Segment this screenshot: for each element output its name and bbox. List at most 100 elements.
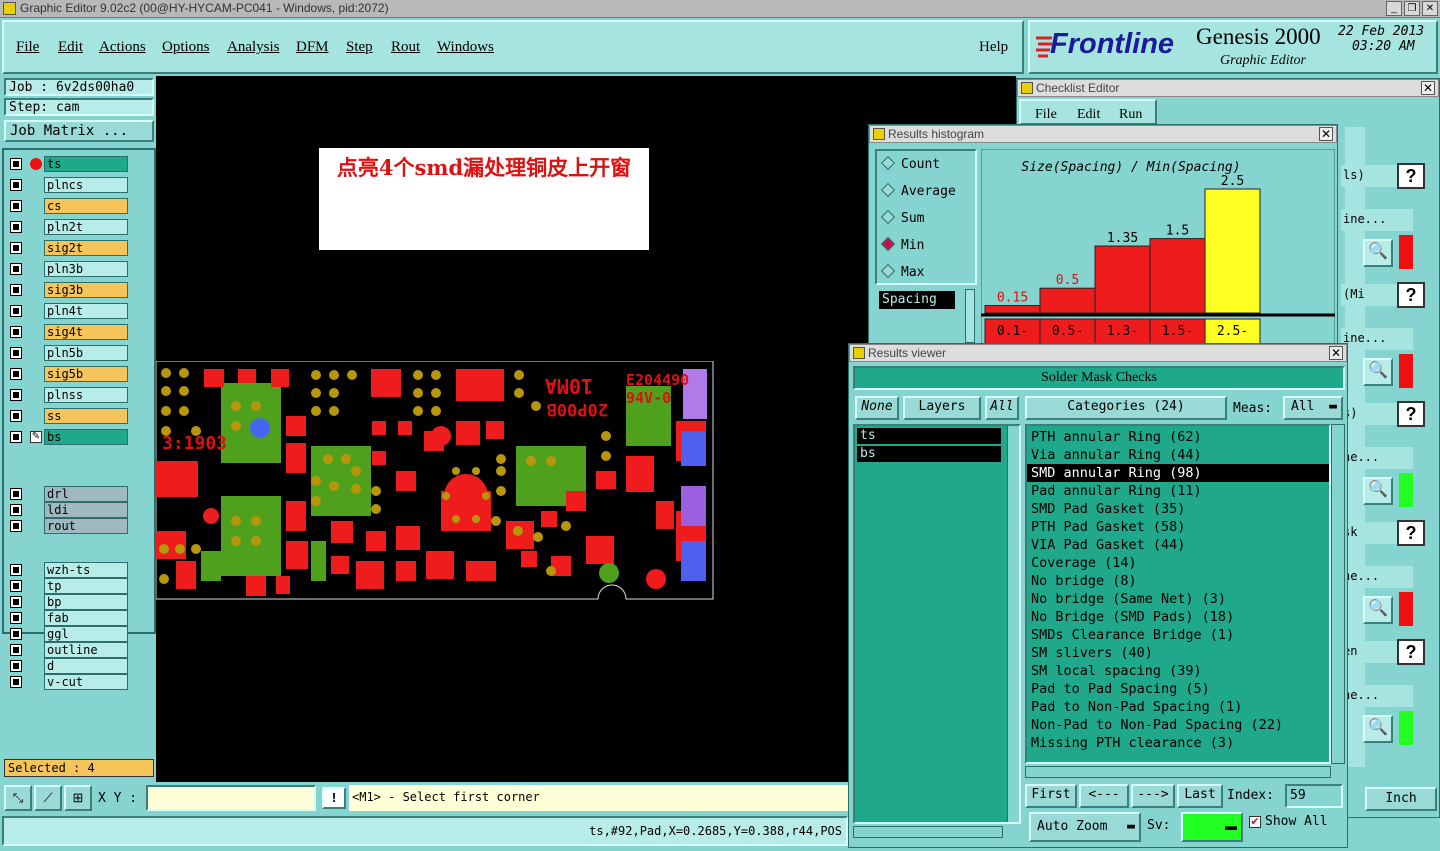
result-layer-bs[interactable]: bs (857, 446, 1001, 462)
layer-row-ggl[interactable]: ggl (8, 626, 128, 642)
category-hscroll[interactable] (1025, 766, 1331, 778)
category-item[interactable]: No Bridge (SMD Pads) (18) (1027, 608, 1329, 626)
first-button[interactable]: First (1025, 784, 1077, 808)
show-all-checkbox[interactable]: ✔ (1249, 816, 1261, 828)
menu-step[interactable]: Step (346, 39, 373, 56)
help-icon[interactable]: ? (1397, 639, 1425, 665)
layer-row-sig3b[interactable]: sig3b (8, 282, 128, 298)
category-item[interactable]: No bridge (Same Net) (3) (1027, 590, 1329, 608)
layer-checkbox[interactable] (10, 200, 22, 212)
layer-checkbox[interactable] (10, 488, 22, 500)
category-item[interactable]: Via annular Ring (44) (1027, 446, 1329, 464)
layer-row-plncs[interactable]: plncs (8, 177, 128, 193)
checklist-close-button[interactable]: ✕ (1421, 81, 1435, 95)
menu-dfm[interactable]: DFM (296, 39, 329, 56)
layer-row-rout[interactable]: rout (8, 518, 128, 534)
category-item[interactable]: PTH Pad Gasket (58) (1027, 518, 1329, 536)
category-scrollbar[interactable] (1331, 424, 1345, 764)
checklist-item-label[interactable]: ne... (1341, 566, 1413, 588)
category-item[interactable]: Pad to Pad Spacing (5) (1027, 680, 1329, 698)
layers-button[interactable]: Layers (903, 396, 981, 420)
checklist-item-label[interactable]: ine... (1341, 328, 1413, 350)
layer-checkbox[interactable] (10, 158, 22, 170)
checklist-item-label[interactable]: ne... (1341, 447, 1413, 469)
menu-help[interactable]: Help (979, 39, 1008, 56)
unit-selector[interactable]: Inch (1365, 787, 1437, 811)
checklist-menu-edit[interactable]: Edit (1077, 107, 1100, 123)
last-button[interactable]: Last (1177, 784, 1223, 808)
layer-list-scrollbar[interactable] (1007, 426, 1019, 822)
zoom-icon[interactable]: 🔍 (1363, 358, 1393, 386)
layer-row-pln5b[interactable]: pln5b (8, 345, 128, 361)
layer-checkbox[interactable] (10, 389, 22, 401)
menu-options[interactable]: Options (162, 39, 210, 56)
checklist-item-label[interactable]: ne... (1341, 685, 1413, 707)
category-item[interactable]: Pad annular Ring (11) (1027, 482, 1329, 500)
layer-row-ldi[interactable]: ldi (8, 502, 128, 518)
layer-checkbox[interactable] (10, 660, 22, 672)
layer-row-cs[interactable]: cs (8, 198, 128, 214)
layer-row-outline[interactable]: outline (8, 642, 128, 658)
prev-button[interactable]: <--- (1079, 784, 1129, 808)
zoom-icon[interactable]: 🔍 (1363, 596, 1393, 624)
measure-select[interactable]: Spacing (879, 291, 955, 309)
layer-row-pln2t[interactable]: pln2t (8, 219, 128, 235)
pcb-board[interactable]: 10MA E204490 94V-0 20P00B 3:1903 (156, 361, 716, 601)
histogram-bar[interactable] (1094, 245, 1151, 314)
layer-row-wzh-ts[interactable]: wzh-ts (8, 562, 128, 578)
menu-actions[interactable]: Actions (99, 39, 146, 56)
layer-checkbox[interactable] (10, 410, 22, 422)
category-item[interactable]: No bridge (8) (1027, 572, 1329, 590)
menu-file[interactable]: File (16, 39, 39, 56)
menu-rout[interactable]: Rout (391, 39, 420, 56)
layer-checkbox[interactable] (10, 612, 22, 624)
restore-button[interactable]: ❐ (1404, 1, 1420, 16)
layer-checkbox[interactable] (10, 596, 22, 608)
category-item[interactable]: Pad to Non-Pad Spacing (1) (1027, 698, 1329, 716)
category-item[interactable]: VIA Pad Gasket (44) (1027, 536, 1329, 554)
option-max[interactable]: Max (883, 265, 924, 280)
layers-all-button[interactable]: All (985, 396, 1019, 420)
warning-icon[interactable]: ! (322, 787, 346, 809)
category-item[interactable]: Non-Pad to Non-Pad Spacing (22) (1027, 716, 1329, 734)
result-layer-ts[interactable]: ts (857, 428, 1001, 444)
close-button[interactable]: ✕ (1422, 1, 1438, 16)
layer-checkbox[interactable] (10, 305, 22, 317)
minimize-button[interactable]: _ (1386, 1, 1402, 16)
layer-row-ts[interactable]: ts (8, 156, 128, 172)
next-button[interactable]: ---> (1131, 784, 1175, 808)
zoom-fit-icon[interactable]: ⤡ (4, 785, 32, 811)
sv-color-dropdown[interactable]: ▬ (1181, 812, 1243, 842)
layer-row-d[interactable]: d (8, 658, 128, 674)
xy-input[interactable] (146, 785, 316, 811)
layer-row-pln3b[interactable]: pln3b (8, 261, 128, 277)
option-average[interactable]: Average (883, 184, 956, 199)
results-close-button[interactable]: ✕ (1329, 346, 1343, 360)
grid-icon[interactable]: ⊞ (64, 785, 92, 811)
category-item[interactable]: SM local spacing (39) (1027, 662, 1329, 680)
layer-checkbox[interactable] (10, 242, 22, 254)
histogram-bar[interactable] (984, 305, 1041, 314)
menu-edit[interactable]: Edit (58, 39, 83, 56)
category-item[interactable]: Coverage (14) (1027, 554, 1329, 572)
option-min[interactable]: Min (883, 238, 924, 253)
zoom-icon[interactable]: 🔍 (1363, 239, 1393, 267)
layer-row-sig5b[interactable]: sig5b (8, 366, 128, 382)
category-item[interactable]: SMD Pad Gasket (35) (1027, 500, 1329, 518)
category-item[interactable]: PTH annular Ring (62) (1027, 428, 1329, 446)
layer-checkbox[interactable] (10, 263, 22, 275)
layer-row-bs[interactable]: ✎ bs (8, 429, 128, 445)
layer-checkbox[interactable] (10, 564, 22, 576)
category-item[interactable]: SMD annular Ring (98) (1027, 464, 1329, 482)
category-item[interactable]: Missing PTH clearance (3) (1027, 734, 1329, 752)
category-item[interactable]: SMDs Clearance Bridge (1) (1027, 626, 1329, 644)
layer-list-hscroll[interactable] (853, 826, 1003, 838)
help-icon[interactable]: ? (1397, 401, 1425, 427)
histogram-bar[interactable] (1039, 287, 1096, 314)
layer-row-bp[interactable]: bp (8, 594, 128, 610)
meas-dropdown[interactable]: All ▬ (1283, 396, 1343, 420)
layer-checkbox[interactable] (10, 347, 22, 359)
layer-checkbox[interactable] (10, 644, 22, 656)
layer-row-v-cut[interactable]: v-cut (8, 674, 128, 690)
layer-row-sig4t[interactable]: sig4t (8, 324, 128, 340)
